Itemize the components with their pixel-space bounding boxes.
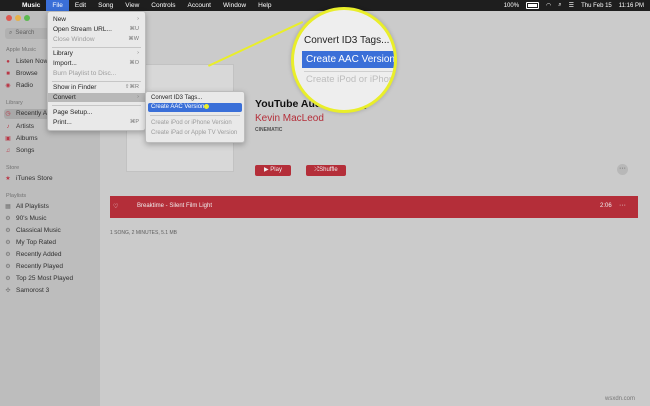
menu-item-burn-playlist: Burn Playlist to Disc... <box>48 69 145 78</box>
menu-file[interactable]: File <box>46 0 69 11</box>
menu-music[interactable]: Music <box>16 0 46 11</box>
submenu-arrow-icon: › <box>137 50 139 56</box>
menu-item-new[interactable]: New › <box>48 15 145 24</box>
apple-icon[interactable] <box>0 0 16 11</box>
menu-window[interactable]: Window <box>217 0 252 11</box>
menu-separator <box>52 47 141 48</box>
menu-item-create-ipad: Create iPad or Apple TV Version <box>146 129 244 138</box>
menu-item-import[interactable]: Import... ⌘O <box>48 59 145 68</box>
battery-percent: 100% <box>503 2 520 9</box>
menu-item-label: Close Window <box>53 36 95 43</box>
menubar-time[interactable]: 11:16 PM <box>619 3 644 9</box>
menu-item-label: Burn Playlist to Disc... <box>53 70 117 77</box>
zoom-create-aac-label: Create AAC Version <box>306 54 395 65</box>
menu-separator <box>52 81 141 82</box>
callout-dot <box>204 104 209 109</box>
menu-item-label: Create AAC Version <box>151 104 205 110</box>
menu-song[interactable]: Song <box>92 0 119 11</box>
menu-item-create-ipod: Create iPod or iPhone Version <box>146 119 244 128</box>
menu-item-convert-id3[interactable]: Convert ID3 Tags... <box>146 94 244 103</box>
control-center-icon[interactable]: ☰ <box>569 2 574 9</box>
menu-item-library[interactable]: Library › <box>48 49 145 58</box>
menu-item-label: Create iPod or iPhone Version <box>151 120 232 126</box>
menu-item-close-window: Close Window ⌘W <box>48 35 145 44</box>
search-icon[interactable]: ⌕ <box>558 2 561 9</box>
submenu-arrow-icon: › <box>137 94 139 100</box>
wifi-icon[interactable]: ◠ <box>546 2 551 9</box>
zoom-create-ipod: Create iPod or iPhone Version <box>306 74 397 85</box>
menu-shortcut: ⇧⌘R <box>124 84 139 90</box>
menu-help[interactable]: Help <box>252 0 277 11</box>
file-menu: New › Open Stream URL... ⌘U Close Window ⌘W… <box>47 11 146 131</box>
menu-shortcut: ⌘U <box>129 26 139 32</box>
menu-item-create-aac[interactable]: Create AAC Version <box>148 103 242 112</box>
menu-item-label: Convert <box>53 94 76 101</box>
menu-item-label: Create iPad or Apple TV Version <box>151 130 238 136</box>
menu-item-convert[interactable]: Convert › <box>48 93 145 102</box>
menu-edit[interactable]: Edit <box>69 0 92 11</box>
menu-separator <box>150 115 240 116</box>
zoom-separator <box>304 71 394 72</box>
watermark: wsxdn.com <box>605 396 636 402</box>
menu-item-label: Library <box>53 50 73 57</box>
menu-item-label: New <box>53 16 67 23</box>
zoom-convert-id3: Convert ID3 Tags... <box>304 35 390 46</box>
menu-controls[interactable]: Controls <box>145 0 181 11</box>
menu-account[interactable]: Account <box>182 0 218 11</box>
magnifier-callout: Convert ID3 Tags... Create AAC Version C… <box>291 7 397 113</box>
menu-view[interactable]: View <box>119 0 145 11</box>
status-area: 100% ◠ ⌕ ☰ Thu Feb 15 11:16 PM <box>504 0 644 11</box>
menu-item-label: Show in Finder <box>53 84 97 91</box>
menu-item-page-setup[interactable]: Page Setup... <box>48 108 145 117</box>
convert-submenu: Convert ID3 Tags... Create AAC Version C… <box>145 91 245 143</box>
menu-item-label: Print... <box>53 119 72 126</box>
battery-icon[interactable] <box>526 2 540 9</box>
menu-shortcut: ⌘O <box>129 60 139 66</box>
menu-item-label: Page Setup... <box>53 109 93 116</box>
menu-shortcut: ⌘W <box>128 36 139 42</box>
menu-item-show-in-finder[interactable]: Show in Finder ⇧⌘R <box>48 83 145 92</box>
menu-item-open-stream-url[interactable]: Open Stream URL... ⌘U <box>48 25 145 34</box>
menubar-date[interactable]: Thu Feb 15 <box>581 3 612 9</box>
menu-item-label: Import... <box>53 60 77 67</box>
menu-item-print[interactable]: Print... ⌘P <box>48 118 145 127</box>
menu-separator <box>52 105 141 106</box>
menu-shortcut: ⌘P <box>129 119 139 125</box>
zoom-create-aac: Create AAC Version <box>302 51 394 68</box>
submenu-arrow-icon: › <box>137 16 139 22</box>
menu-item-label: Convert ID3 Tags... <box>151 95 203 101</box>
menu-item-label: Open Stream URL... <box>53 26 112 33</box>
